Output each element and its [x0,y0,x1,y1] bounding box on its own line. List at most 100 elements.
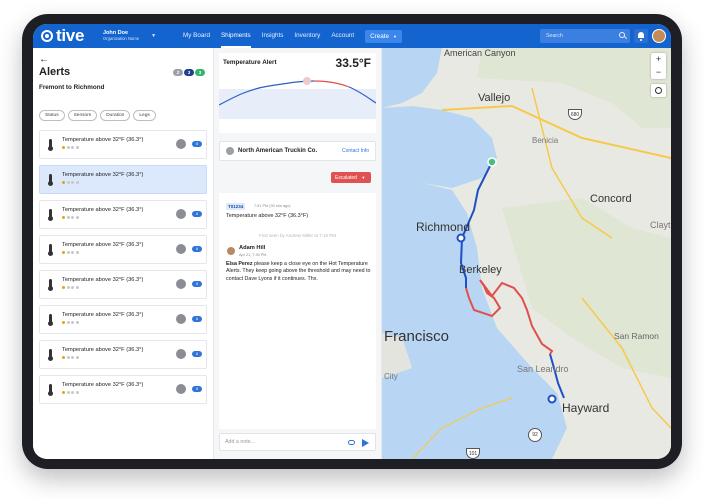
menu-inventory[interactable]: Inventory [294,24,320,48]
zoom-out-button[interactable]: − [651,66,666,79]
thread-id: T01234 [226,203,246,210]
severity-dot [75,321,79,324]
comment-mention[interactable]: Elsa Perez [226,261,253,267]
menu-shipments[interactable]: Shipments [220,24,251,48]
assignee-avatar [176,139,186,149]
bay-water-north [382,48,442,108]
alert-list-item[interactable]: Temperature above 32°F (36.3°) 8 [39,340,207,369]
locate-icon[interactable] [651,84,666,97]
thermometer-icon [48,209,53,221]
severity-dots [62,286,79,289]
route-origin-marker[interactable] [487,157,497,167]
filter-sensors[interactable]: Sensors [67,110,98,121]
comment-count-badge: 8 [192,211,202,217]
alert-thread: T01234 7:51 PM (30 min ago) Temperature … [219,193,376,429]
alert-title: Temperature above 32°F (36.3°) [62,172,144,178]
zoom-in-button[interactable]: + [651,53,666,66]
comment-count-badge: 8 [192,316,202,322]
severity-dot [75,216,79,219]
highway-shield-92: 92 [528,428,542,442]
severity-dots [62,251,79,254]
severity-dots [62,356,79,359]
severity-dot [71,251,74,254]
thread-time: 7:51 PM (30 min ago) [254,204,291,208]
severity-dot [62,356,65,359]
severity-dot [75,286,79,289]
temperature-line-alert [313,80,350,88]
badge-green: 3 [195,69,205,76]
alert-title: Temperature above 32°F (36.3°) [62,312,144,318]
route-title: Fremont to Richmond [39,84,105,91]
thermometer-icon [48,349,53,361]
filter-duration[interactable]: Duration [100,110,131,121]
alert-list-item[interactable]: Temperature above 32°F (36.3°) 8 [39,130,207,159]
filter-status[interactable]: Status [39,110,65,121]
notifications-bell-icon[interactable] [634,29,648,43]
severity-dot [62,181,65,184]
back-arrow-icon[interactable]: ← [39,54,49,65]
create-button[interactable]: Create ▼ [365,29,402,43]
alert-list-item[interactable]: Temperature above 32°F (36.3°) 8 [39,305,207,334]
alert-list-item[interactable]: Temperature above 32°F (36.3°) 8 [39,270,207,299]
map-label-american-canyon: American Canyon [444,48,516,58]
note-input[interactable]: Add a note... [219,433,376,451]
severity-dot [71,216,74,219]
page-title: Alerts [39,66,71,78]
menu-insights[interactable]: Insights [262,24,284,48]
map-label-richmond: Richmond [416,220,471,234]
severity-dot [66,216,70,219]
top-navigation: tive John Doe Organization Name ▼ My Boa… [33,24,671,48]
alert-list-item[interactable]: Temperature above 32°F (36.3°) 8 [39,235,207,264]
contact-info-link[interactable]: Contact Info [342,148,369,154]
severity-dot [66,356,70,359]
status-dropdown[interactable]: Escalated ▼ [331,172,371,183]
alert-list-item[interactable]: Temperature above 32°F (36.3°) 8 [39,200,207,229]
alert-title: Temperature above 32°F (36.3°) [62,137,144,143]
temperature-peak-marker[interactable] [303,77,311,85]
severity-dot [62,216,65,219]
user-avatar[interactable] [652,29,666,43]
thermometer-icon [48,139,53,151]
route-destination-marker[interactable] [547,394,557,404]
filter-legs[interactable]: Legs [133,110,156,121]
comment-avatar [227,247,235,255]
menu-account[interactable]: Account [331,24,354,48]
tive-logo[interactable]: tive [41,26,89,46]
thermometer-icon [48,174,53,186]
severity-dot [66,146,70,149]
assignee-avatar [176,244,186,254]
route-waypoint-marker[interactable] [456,233,466,243]
alert-title: Temperature above 32°F (36.3°) [62,382,144,388]
temperature-card: Temperature Alert 33.5°F [219,53,376,133]
search-icon [619,32,625,38]
severity-dot [75,356,79,359]
status-label: Escalated [335,175,357,181]
severity-dot [71,181,74,184]
search-input[interactable]: Search [540,29,630,43]
severity-dots [62,181,79,184]
alerts-panel: ← Alerts 2 3 3 Fremont to Richmond Statu… [33,48,214,459]
severity-dot [71,321,74,324]
attachment-icon[interactable] [348,440,355,445]
zoom-controls: + − [651,53,666,79]
map-label-concord: Concord [590,193,632,205]
filter-chips: Status Sensors Duration Legs [39,110,156,121]
badge-blue: 3 [184,69,194,76]
menu-my-board[interactable]: My Board [183,24,210,48]
map-label-vallejo: Vallejo [478,92,511,104]
assignee-avatar [176,209,186,219]
severity-dots [62,146,79,149]
san-pablo-bay [382,106,497,198]
hills-east [502,198,671,378]
app-screen: tive John Doe Organization Name ▼ My Boa… [33,24,671,459]
alert-list-item[interactable]: Temperature above 32°F (36.3°) [39,165,207,194]
send-icon[interactable] [362,439,369,447]
comment-author: Adam Hill [239,245,266,251]
severity-dot [75,181,79,184]
user-switcher[interactable]: John Doe Organization Name ▼ [103,30,173,42]
comment-count-badge: 8 [192,281,202,287]
severity-dot [75,146,79,149]
alert-list-item[interactable]: Temperature above 32°F (36.3°) 8 [39,375,207,404]
logo-text: tive [56,26,85,45]
route-map[interactable]: American Canyon Vallejo Benicia Concord … [382,48,671,459]
